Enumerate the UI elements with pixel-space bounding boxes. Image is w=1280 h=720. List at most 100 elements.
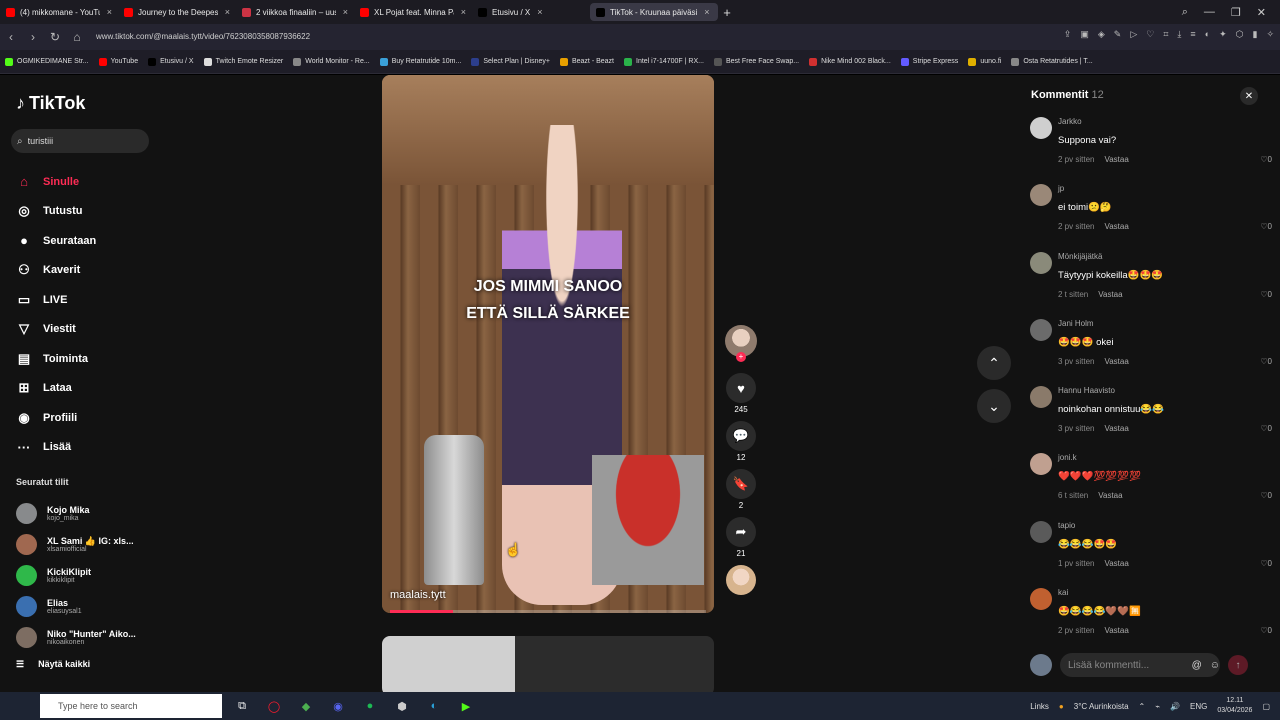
reply-button[interactable]: Vastaa <box>1104 424 1128 433</box>
reply-button[interactable]: Vastaa <box>1104 626 1128 635</box>
emoji-icon[interactable]: ☺ <box>1210 660 1220 671</box>
following-item[interactable]: Elias eliasuysal1 <box>16 591 166 622</box>
video-username[interactable]: maalais.tytt <box>390 589 446 601</box>
mention-icon[interactable]: @ <box>1192 660 1202 671</box>
browser-tab[interactable]: Etusivu / X × <box>472 3 590 21</box>
clock[interactable]: 12.11 03/04/2026 <box>1217 696 1252 716</box>
tools-icon[interactable]: ✎ <box>1114 29 1122 40</box>
language-indicator[interactable]: ENG <box>1190 702 1207 711</box>
comment-like-button[interactable]: ♡0 <box>1260 222 1272 231</box>
comment-username[interactable]: jp <box>1058 184 1064 193</box>
new-tab-icon[interactable]: + <box>718 5 736 20</box>
close-icon[interactable]: × <box>537 7 542 17</box>
comment-like-button[interactable]: ♡0 <box>1260 155 1272 164</box>
following-item[interactable]: KickiKlipit kikkiklipit <box>16 560 166 591</box>
extension-icon[interactable]: ✦ <box>1219 29 1227 40</box>
avatar[interactable] <box>1030 453 1052 476</box>
close-icon[interactable]: × <box>461 7 466 17</box>
sidebar-item-lataa[interactable]: ⊞ Lataa <box>16 374 166 404</box>
links-toolbar[interactable]: Links <box>1030 702 1049 711</box>
sidebar-item-viestit[interactable]: ▽ Viestit <box>16 315 166 345</box>
comment-username[interactable]: Mönkijäjätkä <box>1058 252 1102 261</box>
search-box[interactable]: ⌕ <box>11 129 149 153</box>
task-view-icon[interactable]: ⧉ <box>232 696 252 716</box>
avatar[interactable] <box>1030 520 1052 543</box>
browser-tab[interactable]: 2 viikkoa finaaliin – uusiii × <box>236 3 354 21</box>
chevron-up-icon[interactable]: ⌃ <box>1139 702 1146 711</box>
browser-tab[interactable]: TikTok - Kruunaa päiväsi × <box>590 3 718 21</box>
sound-avatar[interactable] <box>726 565 756 595</box>
search-input[interactable] <box>27 136 128 146</box>
comment-username[interactable]: Hannu Haavisto <box>1058 386 1115 395</box>
sidebar-icon[interactable]: ▮ <box>1253 29 1258 40</box>
avatar[interactable] <box>1030 117 1052 139</box>
comment-username[interactable]: kai <box>1058 588 1068 597</box>
share-icon[interactable]: ⇪ <box>1064 29 1072 40</box>
close-icon[interactable]: ✕ <box>1240 87 1258 105</box>
sidebar-item-seurataan[interactable]: ● Seurataan <box>16 226 166 256</box>
following-item[interactable]: XL Sami 👍 IG: xls... xlsamiofficial <box>16 529 166 560</box>
following-item[interactable]: Niko "Hunter" Aiko... nikoaikonen <box>16 622 166 653</box>
bookmark-item[interactable]: uuno.fi <box>963 57 1006 66</box>
bookmark-item[interactable]: Stripe Express <box>896 57 964 66</box>
close-icon[interactable]: × <box>704 7 709 17</box>
chevron-down-icon[interactable]: ⌄ <box>977 389 1011 423</box>
url-field[interactable]: www.tiktok.com/@maalais.tytt/video/76230… <box>88 29 908 45</box>
reload-icon[interactable]: ↻ <box>44 30 66 44</box>
download-icon[interactable]: ⤓ <box>1177 29 1181 40</box>
comment-like-button[interactable]: ♡0 <box>1260 290 1272 299</box>
bookmark-item[interactable]: Buy Retatrutide 10m... <box>375 57 467 66</box>
avatar[interactable] <box>1030 588 1052 611</box>
follow-plus-icon[interactable]: + <box>736 352 746 362</box>
reply-button[interactable]: Vastaa <box>1098 491 1122 500</box>
bookmark-item[interactable]: Select Plan | Disney+ <box>466 57 555 66</box>
reply-button[interactable]: Vastaa <box>1104 155 1128 164</box>
comment-input[interactable]: Lisää kommentti... @ ☺ <box>1060 653 1220 677</box>
close-icon[interactable]: × <box>225 7 230 17</box>
shield-app-icon[interactable]: ⬢ <box>392 696 412 716</box>
share-icon[interactable]: ➦ <box>726 517 756 547</box>
creator-avatar[interactable]: + <box>725 325 757 362</box>
reply-button[interactable]: Vastaa <box>1104 222 1128 231</box>
taskbar-search[interactable]: Type here to search <box>40 694 222 718</box>
minimize-icon[interactable]: — <box>1204 6 1215 18</box>
sidebar-item-sinulle[interactable]: ⌂ Sinulle <box>16 167 166 197</box>
bookmark-item[interactable]: Intel i7-14700F | RX... <box>619 57 709 66</box>
bookmark-item[interactable]: Nike Mind 002 Black... <box>804 57 896 66</box>
cube-icon[interactable]: ⬡ <box>1236 29 1244 40</box>
bookmark-icon[interactable]: 🔖 <box>726 469 756 499</box>
notification-icon[interactable]: ▢ <box>1262 702 1270 711</box>
comment-like-button[interactable]: ♡0 <box>1260 626 1272 635</box>
terminal-icon[interactable]: ▶ <box>456 696 476 716</box>
avatar[interactable] <box>1030 318 1052 341</box>
spotify-icon[interactable]: ● <box>360 696 380 716</box>
play-icon[interactable]: ▷ <box>1130 29 1137 40</box>
comment-username[interactable]: tapio <box>1058 521 1075 530</box>
send-icon[interactable]: ↑ <box>1228 655 1248 675</box>
comment-like-button[interactable]: ♡0 <box>1260 357 1272 366</box>
comment-username[interactable]: Jani Holm <box>1058 319 1094 328</box>
tiktok-logo[interactable]: ♪ TikTok <box>16 93 85 114</box>
browser-tab[interactable]: (4) mikkomane - YouTube × <box>0 3 118 21</box>
avatar[interactable] <box>1030 184 1052 207</box>
bookmark-item[interactable]: Etusivu / X <box>143 57 198 66</box>
reply-button[interactable]: Vastaa <box>1098 290 1122 299</box>
see-all-button[interactable]: ☰ Näytä kaikki <box>16 659 90 670</box>
app-icon[interactable]: ◆ <box>296 696 316 716</box>
next-video-preview[interactable] <box>382 636 714 692</box>
bookmark-item[interactable]: OGMIKEDIMANE Str... <box>0 57 94 66</box>
sidebar-item-tutustu[interactable]: ◎ Tutustu <box>16 197 166 227</box>
sidebar-item-lisää[interactable]: ··· Lisää <box>16 433 166 463</box>
bookmark-item[interactable]: Beazt - Beazt <box>555 57 619 66</box>
ai-icon[interactable]: ✧ <box>1266 29 1274 40</box>
browser-tab[interactable]: Journey to the Deepest Pl × <box>118 3 236 21</box>
comment-like-button[interactable]: ♡0 <box>1260 559 1272 568</box>
video-player[interactable]: JOS MIMMI SANOO ETTÄ SILLÄ SÄRKEE maalai… <box>382 75 714 613</box>
video-progress-bar[interactable] <box>390 610 706 613</box>
bookmark-item[interactable]: YouTube <box>94 57 144 66</box>
bookmark-item[interactable]: Twitch Emote Resizer <box>199 57 289 66</box>
home-icon[interactable]: ⌂ <box>66 30 88 44</box>
profile-icon[interactable]: ◐ <box>1205 29 1210 40</box>
network-icon[interactable]: ⌁ <box>1155 702 1160 711</box>
comment-like-button[interactable]: ♡0 <box>1260 491 1272 500</box>
